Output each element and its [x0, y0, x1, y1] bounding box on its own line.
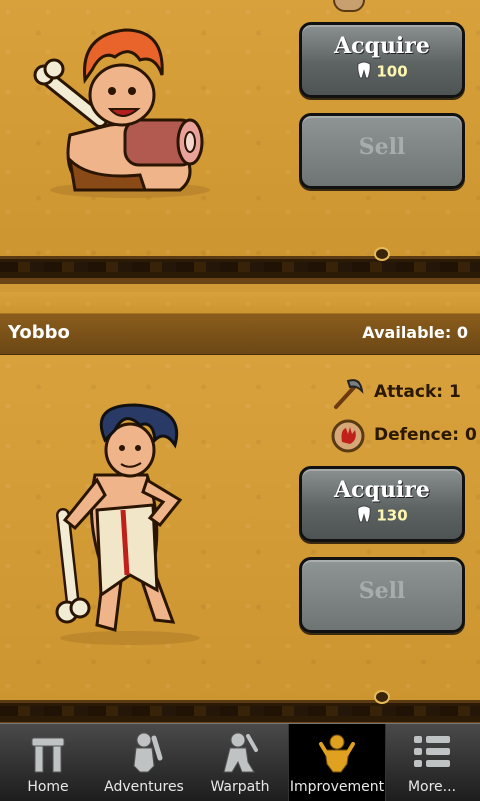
tab-more[interactable]: More...	[384, 724, 480, 801]
price: 100	[302, 61, 462, 83]
tab-warpath[interactable]: Warpath	[192, 724, 288, 801]
acquire-button[interactable]: Acquire 130	[299, 466, 465, 542]
price-value: 130	[376, 506, 408, 525]
tab-home[interactable]: Home	[0, 724, 96, 801]
tab-label: More...	[407, 779, 457, 795]
character-portrait-caveman	[30, 25, 210, 200]
pebble-icon	[374, 247, 390, 261]
character-portrait-yobbo	[35, 400, 205, 645]
acquire-label: Acquire	[334, 477, 430, 503]
sell-label: Sell	[358, 578, 406, 604]
list-icon	[412, 730, 452, 774]
shield-icon	[330, 418, 366, 454]
sell-button[interactable]: Sell	[299, 113, 465, 189]
card-gap-background	[0, 292, 480, 313]
tab-label: Home	[27, 779, 69, 795]
defence-value: Defence: 0	[374, 425, 477, 445]
price-value: 100	[376, 62, 408, 81]
attack-value: Attack: 1	[374, 382, 461, 402]
available-count: Available: 0	[362, 323, 468, 342]
tab-adventures[interactable]: Adventures	[96, 724, 192, 801]
sell-button[interactable]: Sell	[299, 557, 465, 633]
warrior-icon	[220, 730, 260, 774]
acquire-label: Acquire	[334, 33, 430, 59]
tab-label: Improvement	[289, 779, 385, 795]
acquire-button[interactable]: Acquire 100	[299, 22, 465, 98]
pebble-icon	[374, 690, 390, 704]
tab-label: Warpath	[210, 779, 270, 795]
tooth-icon	[356, 505, 372, 527]
ground-crack-divider	[0, 256, 480, 296]
caveman-club-icon	[124, 730, 164, 774]
stone-arch-icon	[28, 730, 68, 774]
tooth-icon	[356, 61, 372, 83]
character-header: Yobbo Available: 0	[0, 313, 480, 355]
price: 130	[302, 505, 462, 527]
axe-icon	[330, 375, 366, 411]
sell-label: Sell	[358, 134, 406, 160]
tab-improvement[interactable]: Improvement	[288, 724, 386, 801]
bottom-tab-bar: Home Adventures Warpath Improvement More…	[0, 723, 480, 801]
tab-label: Adventures	[104, 779, 184, 795]
character-name: Yobbo	[8, 322, 70, 343]
improvement-icon	[317, 730, 357, 774]
